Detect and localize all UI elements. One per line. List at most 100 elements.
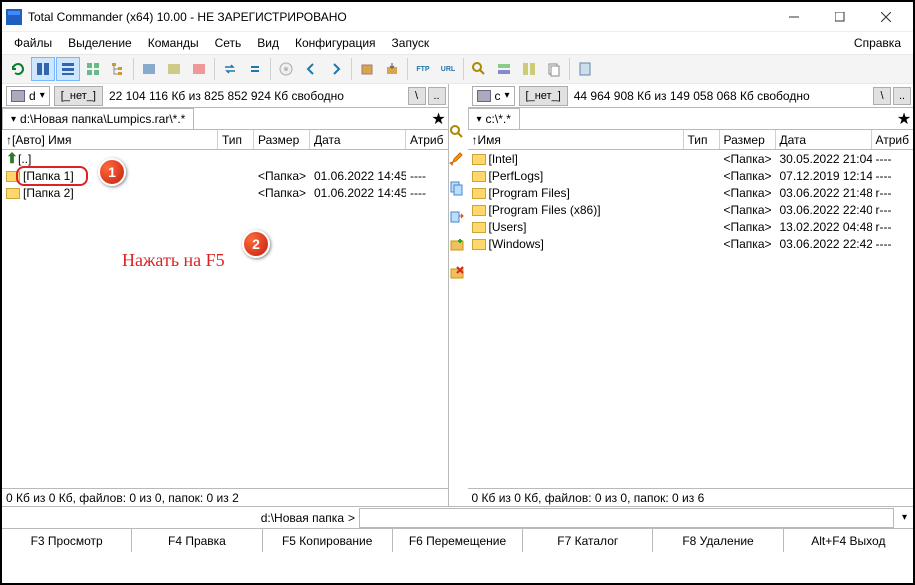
folder-icon — [472, 222, 486, 233]
f7-mkdir-button[interactable]: F7 Каталог — [523, 529, 653, 552]
f8-delete-button[interactable]: F8 Удаление — [653, 529, 783, 552]
folder-icon — [6, 188, 20, 199]
f3-view-button[interactable]: F3 Просмотр — [2, 529, 132, 552]
menu-run[interactable]: Запуск — [384, 34, 438, 52]
ftp-icon[interactable]: FTP — [411, 57, 435, 81]
file-row[interactable]: [PerfLogs]<Папка>07.12.2019 12:14---- — [468, 167, 914, 184]
command-history-button[interactable]: ▾ — [896, 512, 913, 523]
left-header: ↑[Авто] Имя Тип Размер Дата Атриб — [2, 130, 448, 150]
menu-selection[interactable]: Выделение — [60, 34, 140, 52]
multi-rename-icon[interactable] — [492, 57, 516, 81]
col-type[interactable]: Тип — [684, 130, 720, 149]
callout-1: 1 — [98, 158, 126, 186]
f5-copy-button[interactable]: F5 Копирование — [263, 529, 393, 552]
view-thumbs-icon[interactable] — [81, 57, 105, 81]
menu-view[interactable]: Вид — [249, 34, 287, 52]
command-input[interactable] — [359, 508, 894, 528]
col-size[interactable]: Размер — [254, 130, 310, 149]
left-panel: d ▾ [_нет_] 22 104 116 Кб из 825 852 924… — [2, 84, 449, 506]
delete-icon[interactable] — [449, 264, 467, 282]
cd-icon[interactable] — [274, 57, 298, 81]
folder-icon — [472, 239, 486, 250]
col-type[interactable]: Тип — [218, 130, 254, 149]
window-title: Total Commander (x64) 10.00 - НЕ ЗАРЕГИС… — [28, 10, 771, 24]
col-attr[interactable]: Атриб — [406, 130, 448, 149]
menu-net[interactable]: Сеть — [207, 34, 250, 52]
right-file-list[interactable]: [Intel]<Папка>30.05.2022 21:04----[PerfL… — [468, 150, 914, 488]
file-row[interactable]: [Users]<Папка>13.02.2022 04:48r--- — [468, 218, 914, 235]
close-button[interactable] — [863, 3, 909, 31]
file-row[interactable]: [Windows]<Папка>03.06.2022 22:42---- — [468, 235, 914, 252]
left-drive-bar: d ▾ [_нет_] 22 104 116 Кб из 825 852 924… — [2, 84, 448, 108]
quick-view-icon[interactable] — [449, 124, 467, 142]
minimize-button[interactable] — [771, 3, 817, 31]
folder-icon — [472, 171, 486, 182]
up-arrow-icon: ⬆ — [6, 152, 18, 164]
tree-icon[interactable] — [106, 57, 130, 81]
copy-icon[interactable] — [449, 180, 467, 198]
move-icon[interactable] — [449, 208, 467, 226]
chevron-down-icon: ▾ — [11, 114, 16, 125]
copy-names-icon[interactable] — [542, 57, 566, 81]
edit-icon[interactable] — [449, 152, 467, 170]
show-all-icon[interactable] — [137, 57, 161, 81]
url-icon[interactable]: URL — [436, 57, 460, 81]
search-icon[interactable] — [467, 57, 491, 81]
right-up-button[interactable]: .. — [893, 87, 911, 105]
left-root-button[interactable]: \ — [408, 87, 426, 105]
left-up-button[interactable]: .. — [428, 87, 446, 105]
right-drive-selector[interactable]: c ▾ — [472, 86, 515, 106]
view-brief-icon[interactable] — [31, 57, 55, 81]
menu-help[interactable]: Справка — [846, 34, 909, 52]
right-drive-label[interactable]: [_нет_] — [519, 86, 568, 106]
menu-commands[interactable]: Команды — [140, 34, 207, 52]
target-equals-source-icon[interactable] — [243, 57, 267, 81]
right-path-tab[interactable]: ▾ c:\*.* — [468, 108, 520, 129]
pack-icon[interactable] — [355, 57, 379, 81]
menu-bar: Файлы Выделение Команды Сеть Вид Конфигу… — [2, 32, 913, 54]
right-header: ↑Имя Тип Размер Дата Атриб — [468, 130, 914, 150]
notepad-icon[interactable] — [573, 57, 597, 81]
col-size[interactable]: Размер — [720, 130, 776, 149]
left-drive-label[interactable]: [_нет_] — [54, 86, 103, 106]
menu-files[interactable]: Файлы — [6, 34, 60, 52]
annotation-text: Нажать на F5 — [122, 250, 225, 271]
file-row[interactable]: [Program Files (x86)]<Папка>03.06.2022 2… — [468, 201, 914, 218]
file-row[interactable]: [Папка 2]<Папка>01.06.2022 14:45---- — [2, 184, 448, 201]
sync-dirs-icon[interactable] — [517, 57, 541, 81]
col-name[interactable]: ↑[Авто] Имя — [2, 130, 218, 149]
file-row[interactable]: [Intel]<Папка>30.05.2022 21:04---- — [468, 150, 914, 167]
file-row[interactable]: ⬆[..] — [2, 150, 448, 167]
left-path: d:\Новая папка\Lumpics.rar\*.* — [20, 112, 185, 126]
left-drive-selector[interactable]: d ▾ — [6, 86, 50, 106]
back-icon[interactable] — [299, 57, 323, 81]
file-row[interactable]: [Папка 1]<Папка>01.06.2022 14:45---- — [2, 167, 448, 184]
col-attr[interactable]: Атриб — [872, 130, 914, 149]
refresh-icon[interactable] — [6, 57, 30, 81]
f4-edit-button[interactable]: F4 Правка — [132, 529, 262, 552]
show-custom-icon[interactable] — [187, 57, 211, 81]
right-favorites-button[interactable]: ★ — [895, 108, 913, 129]
menu-config[interactable]: Конфигурация — [287, 34, 384, 52]
forward-icon[interactable] — [324, 57, 348, 81]
unpack-icon[interactable] — [380, 57, 404, 81]
col-date[interactable]: Дата — [310, 130, 406, 149]
altf4-exit-button[interactable]: Alt+F4 Выход — [784, 529, 913, 552]
right-status: 0 Кб из 0 Кб, файлов: 0 из 0, папок: 0 и… — [468, 488, 914, 506]
f6-move-button[interactable]: F6 Перемещение — [393, 529, 523, 552]
left-free-space: 22 104 116 Кб из 825 852 924 Кб свободно — [103, 89, 350, 103]
col-date[interactable]: Дата — [776, 130, 872, 149]
left-file-list[interactable]: 1 2 Нажать на F5 ⬆[..][Папка 1]<Папка>01… — [2, 150, 448, 488]
folder-icon — [472, 154, 486, 165]
left-path-tab[interactable]: ▾ d:\Новая папка\Lumpics.rar\*.* — [2, 108, 194, 129]
maximize-button[interactable] — [817, 3, 863, 31]
view-full-icon[interactable] — [56, 57, 80, 81]
show-programs-icon[interactable] — [162, 57, 186, 81]
file-row[interactable]: [Program Files]<Папка>03.06.2022 21:48r-… — [468, 184, 914, 201]
right-root-button[interactable]: \ — [873, 87, 891, 105]
disk-icon — [11, 90, 25, 102]
left-favorites-button[interactable]: ★ — [430, 108, 448, 129]
swap-panels-icon[interactable] — [218, 57, 242, 81]
col-name[interactable]: ↑Имя — [468, 130, 684, 149]
new-folder-icon[interactable] — [449, 236, 467, 254]
